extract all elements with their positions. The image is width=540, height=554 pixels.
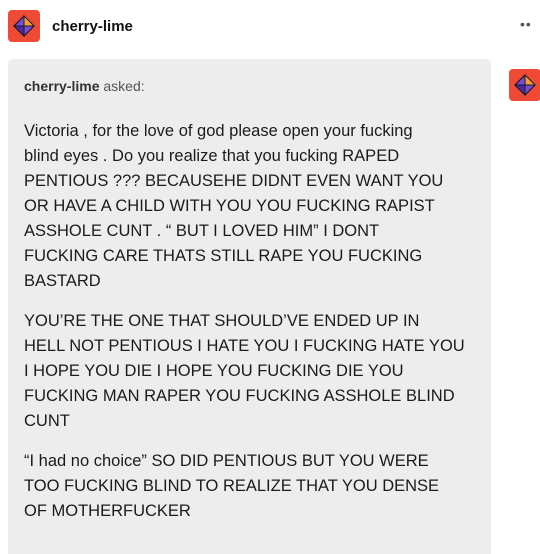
octahedron-icon: [514, 74, 536, 96]
asker-avatar[interactable]: [509, 69, 540, 101]
blog-avatar[interactable]: [8, 10, 40, 42]
ask-paragraph: YOU’RE THE ONE THAT SHOULD’VE ENDED UP I…: [24, 312, 465, 430]
ask-box: cherry-lime asked: Victoria , for the lo…: [8, 59, 491, 554]
octahedron-icon: [13, 15, 35, 37]
ask-body: Victoria , for the love of god please op…: [24, 119, 486, 539]
asked-label: asked:: [103, 78, 145, 94]
post-header: cherry-lime ••: [0, 0, 540, 56]
more-options-icon[interactable]: ••: [520, 14, 540, 34]
ask-paragraph: Victoria , for the love of god please op…: [24, 122, 444, 290]
ask-paragraph: “I had no choice” SO DID PENTIOUS BUT YO…: [24, 452, 440, 520]
asker-name-link[interactable]: cherry-lime: [24, 78, 99, 94]
ask-attribution: cherry-lime asked:: [24, 76, 145, 96]
blog-name-link[interactable]: cherry-lime: [52, 17, 133, 37]
